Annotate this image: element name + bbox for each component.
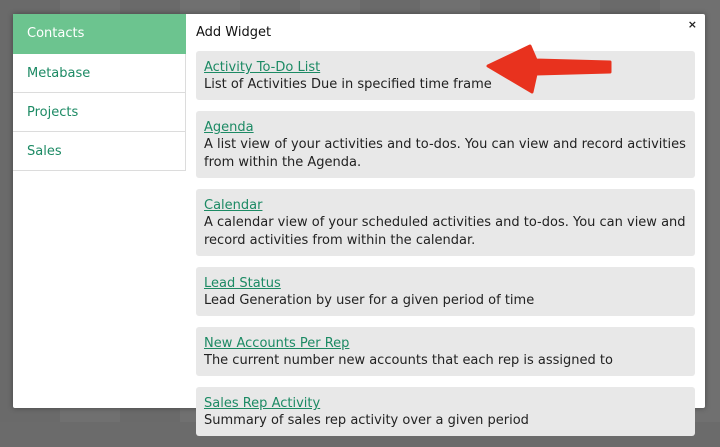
category-sidebar: Contacts Metabase Projects Sales [13, 14, 186, 171]
widget-link-new-accounts[interactable]: New Accounts Per Rep [204, 335, 349, 352]
widget-link-sales-rep-activity[interactable]: Sales Rep Activity [204, 395, 320, 412]
widget-description: A list view of your activities and to-do… [204, 137, 686, 170]
sidebar-item-contacts[interactable]: Contacts [13, 14, 186, 54]
widget-description: Summary of sales rep activity over a giv… [204, 413, 529, 428]
widget-card-agenda: Agenda A list view of your activities an… [196, 111, 695, 178]
widget-card-calendar: Calendar A calendar view of your schedul… [196, 189, 695, 256]
sidebar-item-sales[interactable]: Sales [13, 132, 186, 171]
widget-link-activity-todo[interactable]: Activity To-Do List [204, 59, 320, 76]
close-icon[interactable]: × [688, 18, 697, 31]
widget-description: Lead Generation by user for a given peri… [204, 293, 535, 308]
widget-card-lead-status: Lead Status Lead Generation by user for … [196, 267, 695, 316]
modal-title: Add Widget [196, 25, 272, 40]
widget-description: A calendar view of your scheduled activi… [204, 215, 686, 248]
widget-card-sales-rep-activity: Sales Rep Activity Summary of sales rep … [196, 387, 695, 436]
widget-link-calendar[interactable]: Calendar [204, 197, 262, 214]
widget-card-activity-todo: Activity To-Do List List of Activities D… [196, 51, 695, 100]
widget-description: The current number new accounts that eac… [204, 353, 613, 368]
widget-link-agenda[interactable]: Agenda [204, 119, 254, 136]
widget-card-new-accounts: New Accounts Per Rep The current number … [196, 327, 695, 376]
widget-list: Activity To-Do List List of Activities D… [196, 51, 695, 447]
red-arrow-icon [486, 44, 612, 94]
sidebar-item-metabase[interactable]: Metabase [13, 54, 186, 93]
sidebar-item-projects[interactable]: Projects [13, 93, 186, 132]
widget-link-lead-status[interactable]: Lead Status [204, 275, 281, 292]
